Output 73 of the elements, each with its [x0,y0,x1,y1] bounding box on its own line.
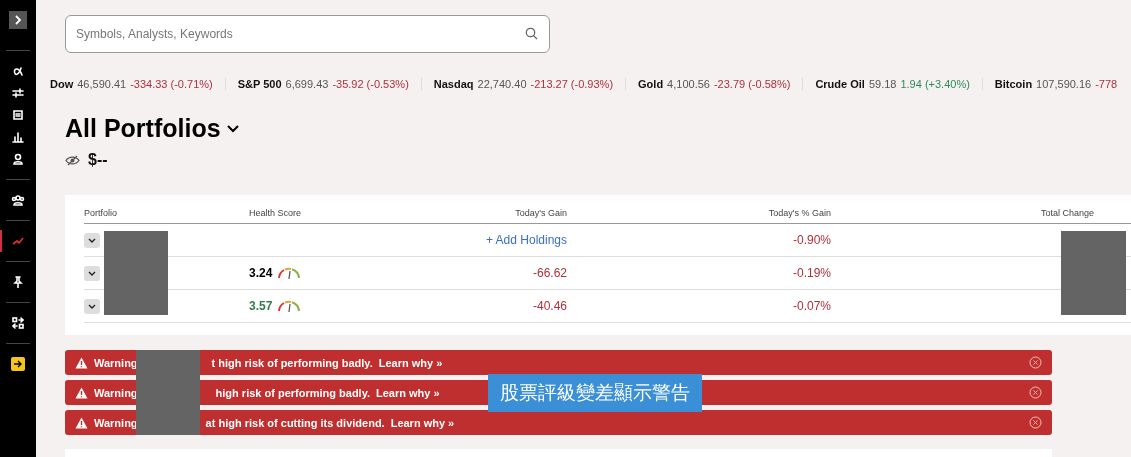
people-icon [11,194,25,206]
ticker-value: 59.18 [868,78,897,90]
pin-icon [13,276,23,288]
health-score: 3.24 [249,266,273,280]
health-score: 3.57 [249,299,273,313]
grid-arrows-icon [12,317,24,329]
chevron-down-icon [88,270,96,276]
person-icon [12,153,24,165]
search-field[interactable]: Symbols, Analysts, Keywords [65,15,550,53]
column-header: Today's Gain [514,208,567,218]
percent-gain-value: -0.07% [791,299,831,313]
column-header: Health Score [249,208,303,218]
warning-label: Warning [94,416,138,429]
warning-label: Warning [94,386,138,399]
expand-button[interactable] [84,265,100,281]
warning-icon [75,386,88,399]
ticker-change: -23.79 (-0.58%) [713,78,791,90]
ticker-value: 107,590.16 [1036,78,1092,90]
expand-button[interactable] [84,232,100,248]
column-header: Today's % Gain [767,208,831,218]
ticker-value: 4,100.56 [667,78,710,90]
ticker-name: Gold [638,78,664,90]
sliders-icon [12,87,24,99]
trend-line-icon [12,236,24,246]
gauge-icon [277,266,302,280]
ticker-value: 46,590.41 [77,78,127,90]
expand-button[interactable] [9,11,27,29]
ticker-change: -778 [1095,78,1118,90]
close-button[interactable] [1029,416,1042,429]
learn-why-link[interactable]: Learn why » [378,356,443,369]
ticker-value: 22,740.40 [477,78,527,90]
ticker-value: 6,699.43 [285,78,329,90]
column-header: Total Change [1039,208,1094,218]
ticker-name: Bitcoin [994,78,1033,90]
chevron-down-icon[interactable] [226,124,239,133]
learn-why-link[interactable]: Learn why » [390,416,455,429]
gain-value: -40.46 [531,299,567,313]
learn-why-link[interactable]: Learn why » [376,386,440,399]
percent-gain-value: -0.19% [791,266,831,280]
warning-text: t high risk of performing badly. [211,356,373,369]
ticker-name: Crude Oil [815,78,865,90]
chevron-down-icon [88,237,96,243]
warning-text: high risk of performing badly. [215,386,370,399]
bar-chart-icon [12,131,24,143]
ticker-change: -334.33 (-0.71%) [130,78,213,90]
add-holdings-link[interactable]: + Add Holdings [349,233,567,247]
annotation-caption: 股票評級變差顯示警告 [488,374,702,412]
eye-slash-icon[interactable] [65,154,80,166]
page-title: All Portfolios [65,114,221,143]
chevron-right-icon [13,15,23,25]
expand-button[interactable] [84,298,100,314]
arrow-right-icon [11,357,25,371]
alpha-icon [12,65,24,77]
newspaper-icon [12,109,24,121]
warning-icon [75,356,88,369]
ticker-name: Nasdaq [433,78,474,90]
gauge-icon [277,299,302,313]
warning-icon [75,416,88,429]
ticker-change: 1.94 (+3.40%) [900,78,970,90]
ticker-name: Dow [50,78,74,90]
warning-text: at high risk of cutting its dividend. [205,416,385,429]
ticker-name: S&P 500 [237,78,282,90]
percent-gain-value: -0.90% [791,233,831,247]
search-icon [525,27,538,40]
chevron-down-icon [88,303,96,309]
close-button[interactable] [1029,386,1042,399]
close-button[interactable] [1029,356,1042,369]
column-header: Portfolio [84,208,119,218]
gain-value: -66.62 [531,266,567,280]
ticker-change: -35.92 (-0.53%) [332,78,409,90]
warning-label: Warning [94,356,138,369]
ticker-change: -213.27 (-0.93%) [530,78,614,90]
balance-value: $-- [88,151,108,169]
